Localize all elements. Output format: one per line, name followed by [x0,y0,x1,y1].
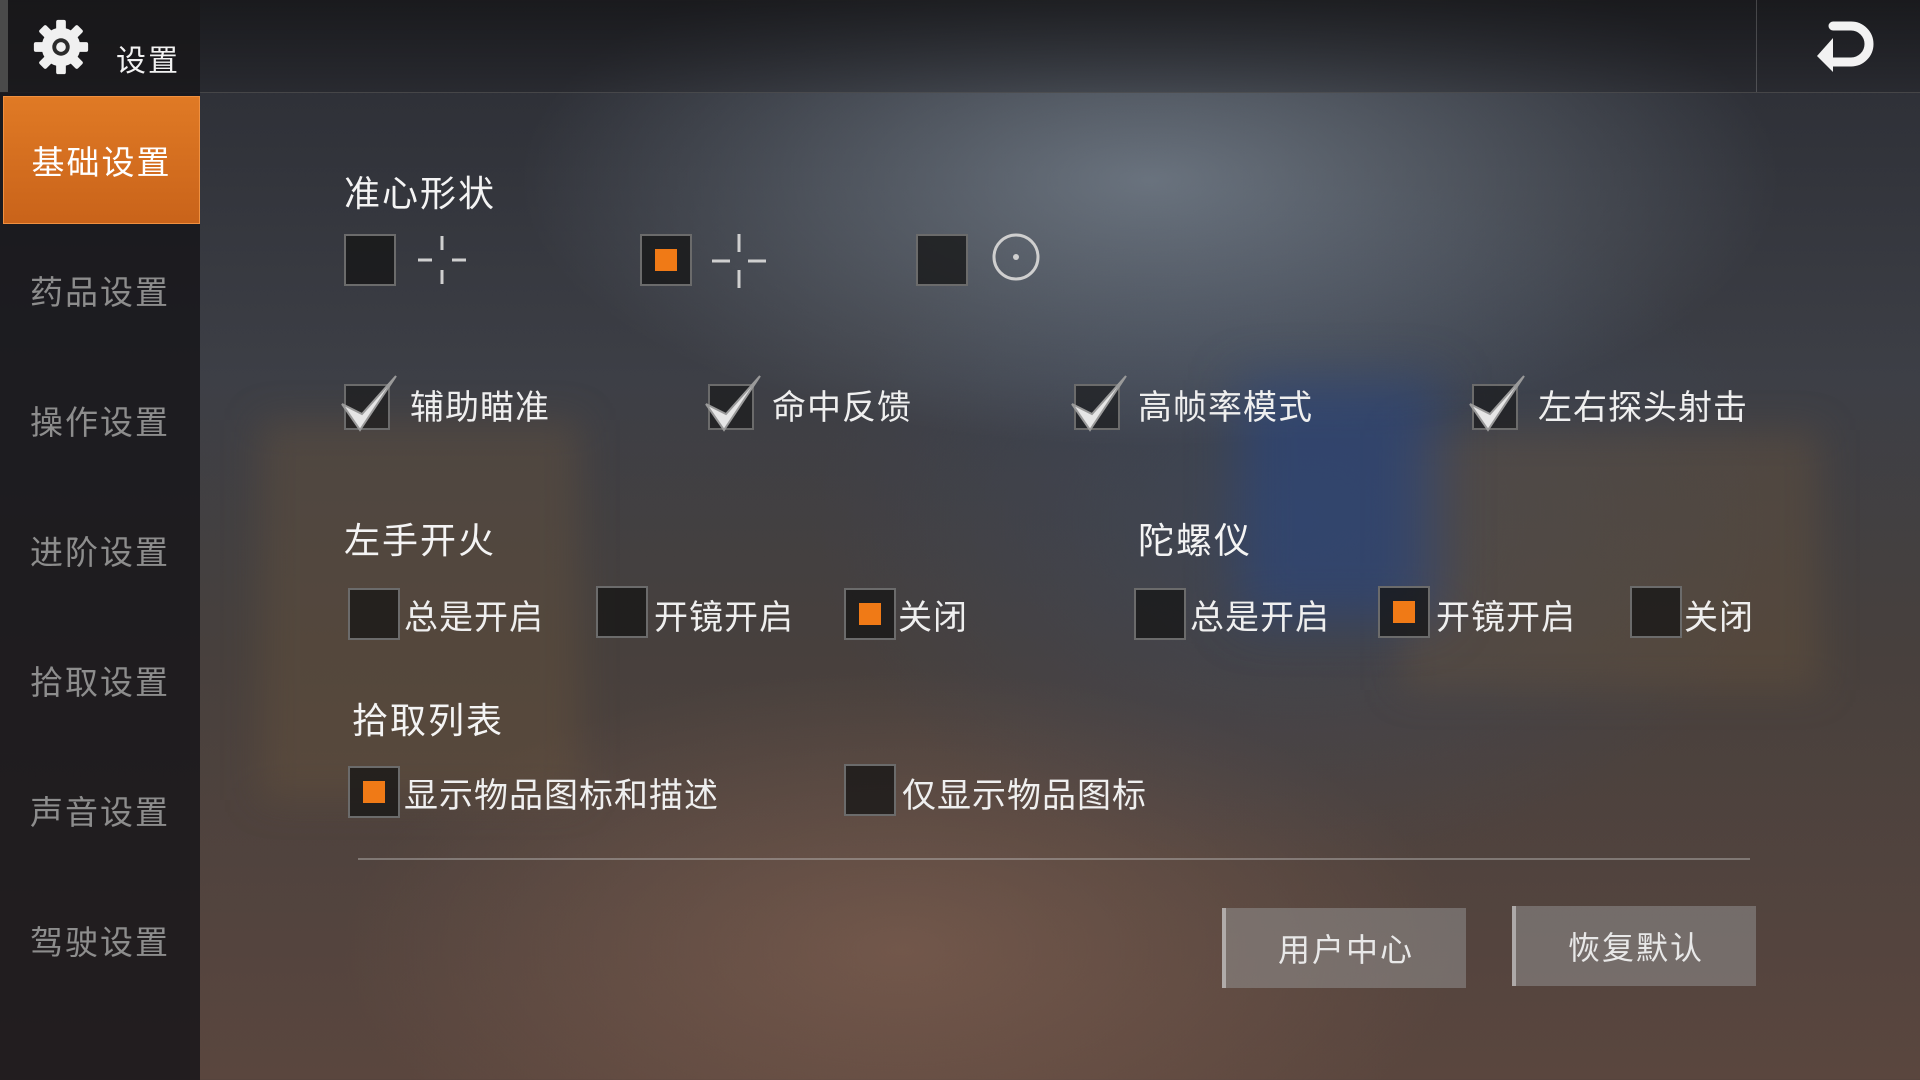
top-bar: 设置 [0,0,1920,93]
title-block: 设置 [0,0,200,92]
left-fire-scope-checkbox[interactable] [596,586,648,638]
left-fire-always-checkbox[interactable] [348,588,400,640]
sidebar-item-pickup[interactable]: 拾取设置 [0,616,200,744]
sidebar-item-sound[interactable]: 声音设置 [0,746,200,874]
section-title-crosshair: 准心形状 [344,174,497,215]
gyroscope-off-label: 关闭 [1684,598,1754,638]
pickup-icon-only-checkbox[interactable] [844,764,896,816]
high-fps-label: 高帧率模式 [1138,388,1313,428]
aim-assist-checkbox[interactable] [340,372,397,432]
crosshair-option-1-checkbox[interactable] [344,234,396,286]
hit-feedback-checkbox[interactable] [704,372,761,432]
crosshair-option-3-checkbox[interactable] [916,234,968,286]
left-fire-off-label: 关闭 [898,598,968,638]
gyroscope-always-label: 总是开启 [1190,598,1330,638]
aim-assist-label: 辅助瞄准 [410,388,550,428]
pickup-icon-only-label: 仅显示物品图标 [902,776,1147,816]
checkmark-icon [1071,375,1127,432]
crosshair-option-2-checkbox[interactable] [640,234,692,286]
sidebar-item-advanced[interactable]: 进阶设置 [0,486,200,614]
user-center-button[interactable]: 用户中心 [1222,908,1466,988]
checkmark-icon [1469,375,1525,432]
pickup-icon-desc-checkbox[interactable] [348,766,400,818]
left-fire-off-checkbox[interactable] [844,588,896,640]
high-fps-checkbox[interactable] [1070,372,1127,432]
background-scenery [1400,430,1820,690]
sidebar-item-medicine[interactable]: 药品设置 [0,226,200,354]
section-title-gyroscope: 陀螺仪 [1138,521,1253,562]
gyroscope-off-checkbox[interactable] [1630,586,1682,638]
back-button[interactable] [1756,0,1920,92]
divider [358,858,1750,860]
restore-default-button[interactable]: 恢复默认 [1512,906,1756,986]
crosshair-small-icon [418,236,466,284]
crosshair-large-icon [712,234,766,288]
checkmark-icon [341,375,397,432]
back-arrow-icon [1817,21,1874,72]
left-fire-scope-label: 开镜开启 [654,598,794,638]
section-title-pickup-list: 拾取列表 [352,701,505,742]
peek-fire-label: 左右探头射击 [1538,388,1748,428]
pickup-icon-desc-label: 显示物品图标和描述 [404,776,719,816]
sidebar-item-controls[interactable]: 操作设置 [0,356,200,484]
gyroscope-scope-checkbox[interactable] [1378,586,1430,638]
hit-feedback-label: 命中反馈 [772,388,912,428]
sidebar-item-driving[interactable]: 驾驶设置 [0,876,200,1004]
checkmark-icon [705,375,761,432]
gyroscope-always-checkbox[interactable] [1134,588,1186,640]
gear-icon [33,19,89,75]
sidebar: 基础设置 药品设置 操作设置 进阶设置 拾取设置 声音设置 驾驶设置 [0,92,200,1080]
title-edge [0,0,8,92]
left-fire-always-label: 总是开启 [404,598,544,638]
peek-fire-checkbox[interactable] [1468,372,1525,432]
crosshair-circle-dot-icon [992,233,1040,281]
page-title: 设置 [116,44,180,79]
gyroscope-scope-label: 开镜开启 [1436,598,1576,638]
section-title-left-fire: 左手开火 [344,521,497,562]
sidebar-item-basic[interactable]: 基础设置 [3,96,200,224]
